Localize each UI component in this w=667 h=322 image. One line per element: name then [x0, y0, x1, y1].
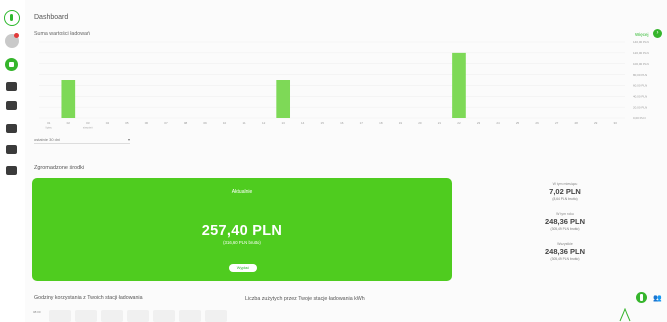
x-tick-label: 20 [418, 121, 422, 125]
x-tick-label: 18 [379, 121, 383, 125]
x-tick-label: 12 [262, 121, 266, 125]
current-label: Aktualnie [231, 189, 253, 195]
main-content: Dashboard Suma wartości ładowań Więcej ›… [25, 0, 667, 322]
x-tick-label: 29 [594, 121, 598, 125]
file-icon[interactable] [6, 145, 17, 154]
x-tick-label: 17 [360, 121, 364, 125]
x-tick-label: 23 [477, 121, 481, 125]
withdraw-button[interactable]: Wypłać [229, 264, 257, 272]
stat-sub: (305,49 PLN brutto) [550, 257, 580, 261]
chevron-down-icon: ▾ [127, 137, 130, 142]
x-tick-label: 26 [535, 121, 539, 125]
x-tick-label: 09 [203, 121, 207, 125]
stat-value: 248,36 PLN [544, 247, 586, 256]
people-icon[interactable]: 👥 [653, 294, 662, 302]
hours-cell [75, 310, 97, 322]
x-tick-label: 24 [496, 121, 500, 125]
kwh-section-title: Liczba zużytych przez Twoje stacje ładow… [245, 296, 365, 302]
x-tick-label: 10 [223, 121, 227, 125]
stat-year: W tym roku 248,36 PLN (305,49 PLN brutto… [520, 212, 610, 231]
sidebar [0, 0, 24, 322]
x-tick-label: 14 [301, 121, 305, 125]
current-amount: 257,40 PLN [201, 223, 283, 239]
y-tick-label: 40,00 PLN [633, 94, 647, 98]
leaf-logo-icon[interactable] [4, 10, 20, 26]
hours-cell [153, 310, 175, 322]
x-tick-label: 16 [340, 121, 344, 125]
x-tick-label: 27 [555, 121, 559, 125]
card-icon[interactable] [6, 124, 17, 133]
hours-cell [49, 310, 71, 322]
stat-sub: (8,64 PLN brutto) [552, 197, 578, 201]
current-gross: (316,60 PLN brutto) [223, 240, 261, 245]
hours-cell [127, 310, 149, 322]
stat-value: 248,36 PLN [544, 217, 586, 226]
funds-title: Zgromadzone środki [34, 165, 85, 171]
x-tick-label: 28 [574, 121, 578, 125]
y-tick-label: 100,00 PLN [633, 62, 649, 66]
x-tick-label: 05 [125, 121, 129, 125]
x-tick-label: 11 [243, 121, 246, 125]
x-tick-label: 15 [321, 121, 325, 125]
hours-cell [179, 310, 201, 322]
y-tick-label: 60,00 PLN [633, 84, 647, 88]
hours-axis-label: 08:00 [33, 310, 41, 314]
dashboard-icon[interactable] [5, 58, 18, 71]
y-tick-label: 140,00 PLN [633, 40, 649, 44]
bar[interactable] [452, 52, 466, 118]
bar[interactable] [276, 80, 291, 118]
charger-icon[interactable] [6, 82, 17, 91]
document-icon[interactable] [6, 166, 17, 175]
stat-label: Wszystkie [557, 242, 573, 246]
bar[interactable] [61, 80, 76, 118]
y-tick-label: 80,00 PLN [633, 73, 647, 77]
stat-label: W tym roku [556, 212, 574, 216]
stat-value: 7,02 PLN [549, 187, 581, 196]
y-tick-label: 0,00 PLN [633, 116, 646, 120]
y-tick-label: 20,00 PLN [633, 105, 647, 109]
x-tick-label: 21 [438, 121, 442, 125]
x-tick-label: 22 [457, 121, 461, 125]
period-select[interactable]: ostatnie 30 dni ▾ [34, 137, 130, 144]
x-tick-label: 01 [47, 121, 51, 125]
x-tick-label: 02 [67, 121, 71, 125]
calendar-icon[interactable] [6, 101, 17, 110]
x-tick-label: 06 [145, 121, 149, 125]
x-tick-label: 07 [164, 121, 168, 125]
x-tick-label: 03 [86, 121, 90, 125]
x-tick-label: 25 [516, 121, 520, 125]
stat-sub: (305,49 PLN brutto) [550, 227, 580, 231]
x-month-label: sierpień [83, 126, 93, 130]
y-tick-label: 120,00 PLN [633, 51, 649, 55]
stat-month: W tym miesiącu 7,02 PLN (8,64 PLN brutto… [520, 182, 610, 201]
revenue-bar-chart: 0,00 PLN 20,00 PLN 40,00 PLN 60,00 PLN 80,00… [39, 40, 649, 130]
hours-cell [205, 310, 227, 322]
charger-fab-icon[interactable] [636, 292, 647, 303]
sparkline [619, 308, 631, 322]
funds-card: Aktualnie 257,40 PLN (316,60 PLN brutto)… [32, 178, 452, 281]
x-month-label: lipiec [46, 126, 53, 130]
x-tick-label: 04 [106, 121, 110, 125]
notification-badge [14, 33, 19, 38]
period-select-value: ostatnie 30 dni [34, 137, 61, 142]
x-tick-label: 13 [281, 121, 285, 125]
x-tick-label: 19 [399, 121, 403, 125]
stat-label: W tym miesiącu [552, 182, 578, 186]
hours-section-title: Godziny korzystania z Twoich stacji łado… [34, 295, 143, 301]
x-tick-label: 08 [184, 121, 188, 125]
stat-all: Wszystkie 248,36 PLN (305,49 PLN brutto) [520, 242, 610, 261]
hours-cell [101, 310, 123, 322]
x-tick-label: 30 [614, 121, 618, 125]
